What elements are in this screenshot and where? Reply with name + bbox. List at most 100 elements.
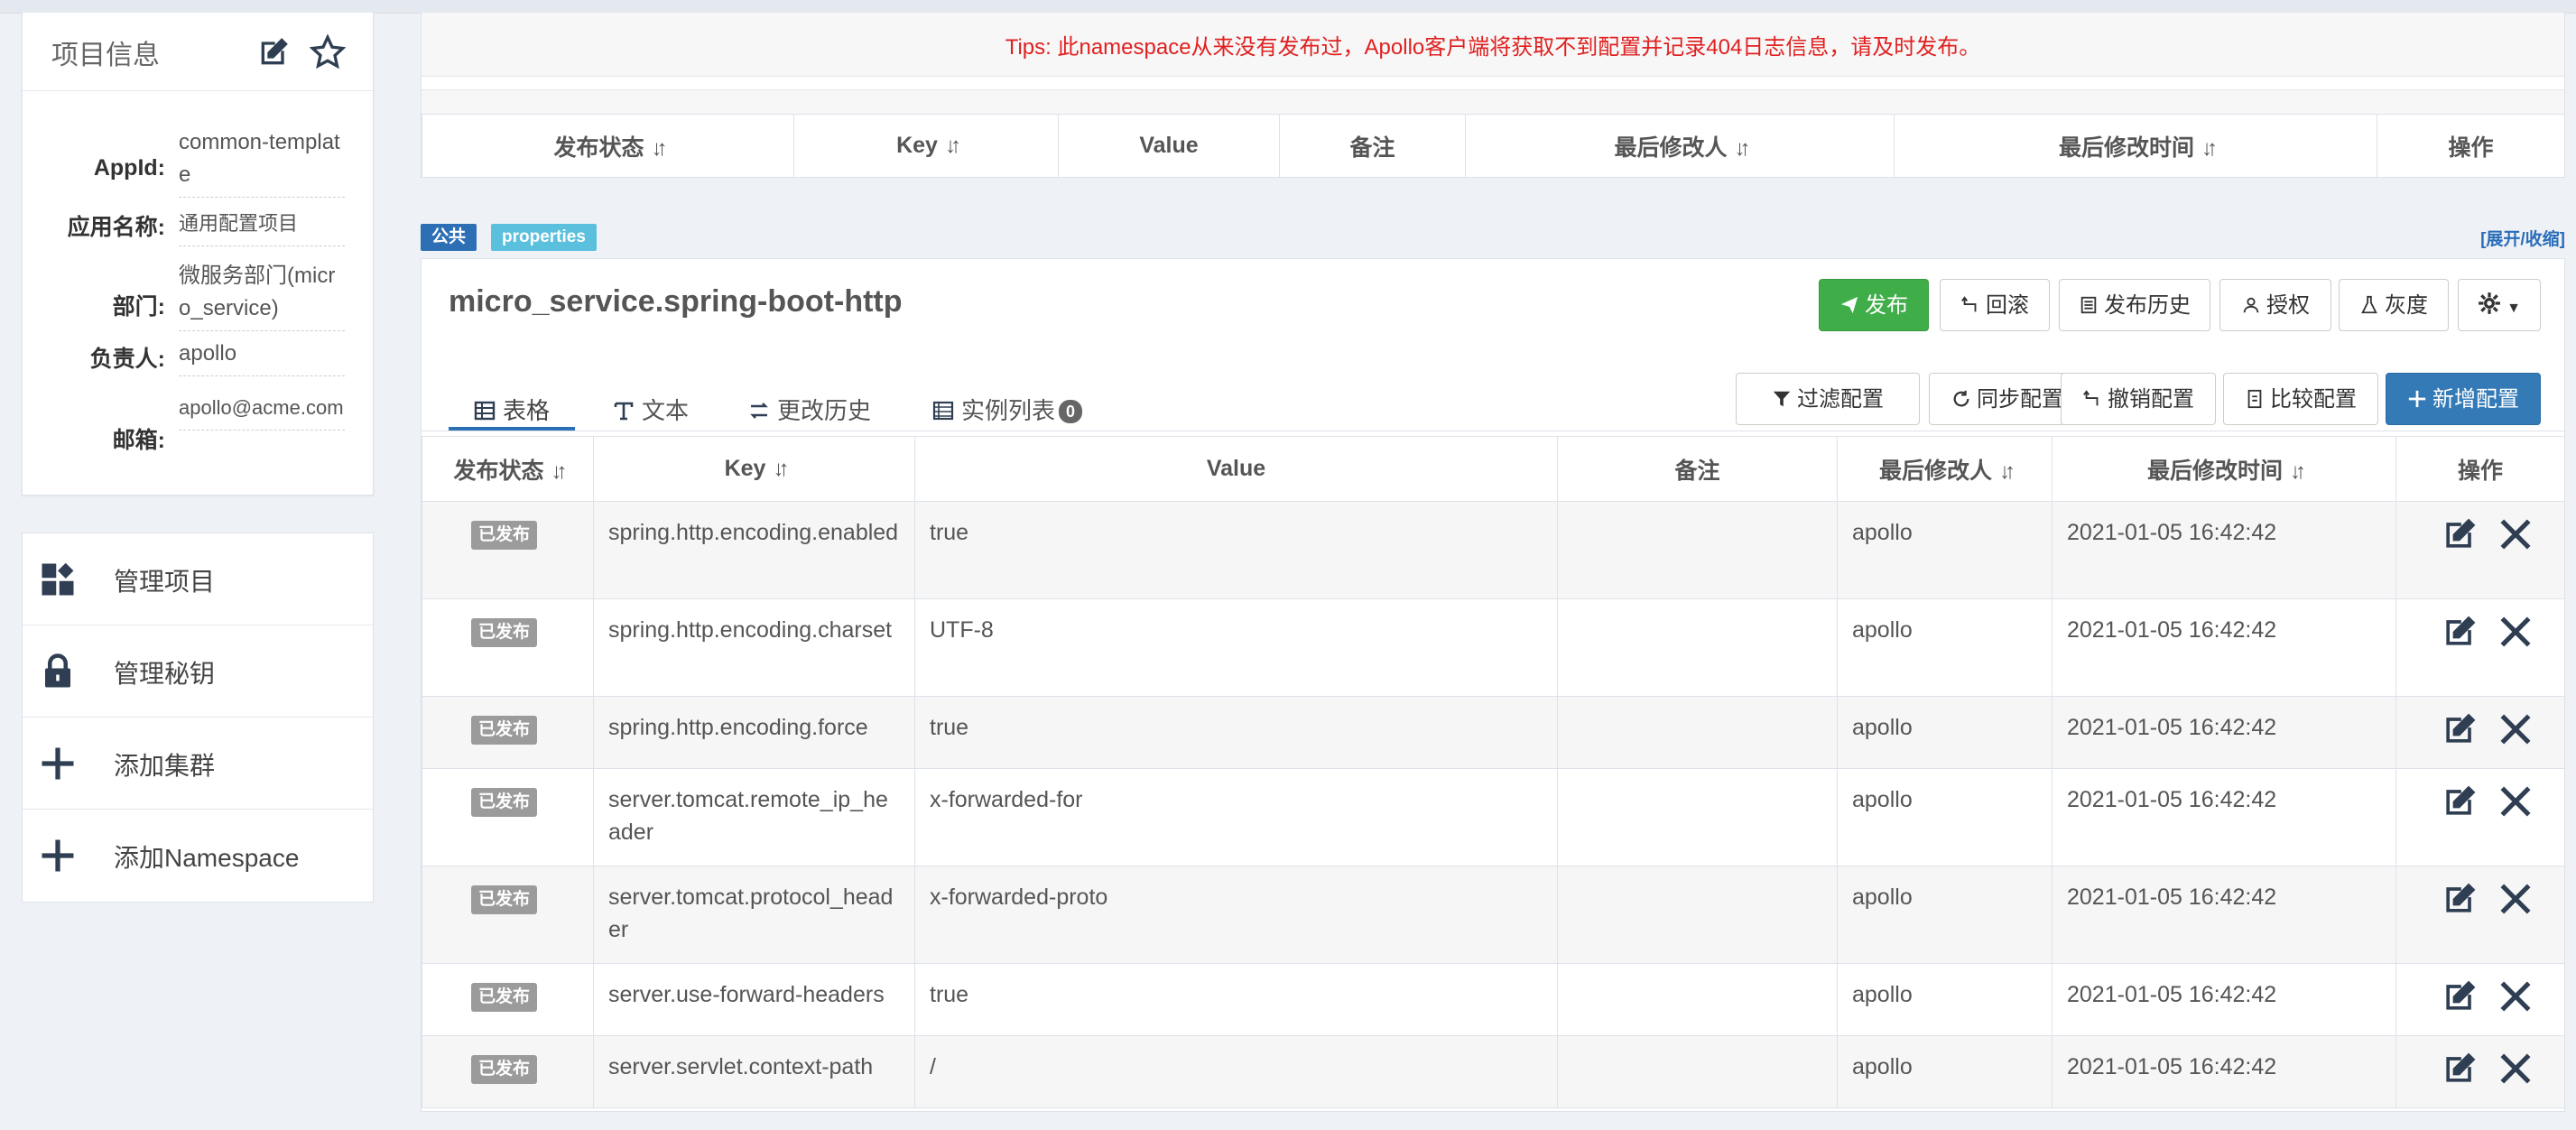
delete-icon[interactable] bbox=[2496, 709, 2535, 749]
add-config-button[interactable]: 新增配置 bbox=[2386, 373, 2541, 425]
nav-label: 管理项目 bbox=[114, 568, 216, 596]
edit-icon[interactable] bbox=[2440, 879, 2479, 919]
comment-cell bbox=[1557, 696, 1838, 769]
caret-down-icon: ▼ bbox=[2507, 301, 2521, 316]
revoke-config-button[interactable]: 撤销配置 bbox=[2061, 373, 2216, 425]
tab-change-history[interactable]: 更改历史 bbox=[748, 393, 871, 431]
comment-cell bbox=[1557, 598, 1838, 697]
side-nav: 管理项目 管理秘钥 添加集群 添加Namespace bbox=[22, 533, 374, 903]
public-label: 公共 bbox=[421, 224, 477, 251]
key-cell: spring.http.encoding.force bbox=[593, 696, 915, 769]
filter-config-button[interactable]: 过滤配置 bbox=[1736, 373, 1920, 425]
gray-release-button[interactable]: 灰度 bbox=[2339, 279, 2449, 331]
actions-cell bbox=[2395, 1035, 2565, 1108]
edit-icon[interactable] bbox=[2440, 782, 2479, 821]
delete-icon[interactable] bbox=[2496, 879, 2535, 919]
col-status[interactable]: 发布状态 ↓↑ bbox=[422, 436, 594, 502]
table-icon bbox=[474, 400, 496, 421]
col-comment: 备注 bbox=[1279, 114, 1466, 178]
nav-label: 管理秘钥 bbox=[114, 660, 216, 688]
status-cell: 已发布 bbox=[422, 963, 594, 1036]
delete-icon[interactable] bbox=[2496, 612, 2535, 652]
table-row: 已发布 server.servlet.context-path / apollo 202… bbox=[422, 1035, 2565, 1108]
settings-dropdown-button[interactable]: ▼ bbox=[2458, 279, 2541, 331]
table-header-row: 发布状态 ↓↑ Key ↓↑ Value 备注 最后修改人 ↓↑ 最后修改时间 ↓↑ 操… bbox=[422, 114, 2565, 178]
actions-cell bbox=[2395, 696, 2565, 769]
info-label: AppId: bbox=[93, 155, 165, 181]
sort-icon: ↓↑ bbox=[551, 458, 568, 484]
rollback-button[interactable]: 回滚 bbox=[1940, 279, 2050, 331]
format-label: properties bbox=[491, 224, 597, 251]
history-icon bbox=[748, 400, 770, 421]
nav-manage-secret[interactable]: 管理秘钥 bbox=[23, 625, 373, 718]
table-header-row: 发布状态 ↓↑ Key ↓↑ Value 备注 最后修改人 ↓↑ 最后修改时间 ↓↑ 操… bbox=[422, 436, 2565, 502]
compare-config-button[interactable]: 比较配置 bbox=[2223, 373, 2378, 425]
status-badge: 已发布 bbox=[471, 885, 538, 914]
comment-cell bbox=[1557, 768, 1838, 866]
sort-icon: ↓↑ bbox=[2201, 135, 2218, 161]
undo-icon bbox=[2082, 389, 2102, 409]
table-row: 已发布 spring.http.encoding.charset UTF-8 apol… bbox=[422, 598, 2565, 697]
publish-button[interactable]: 发布 bbox=[1819, 279, 1929, 331]
value-cell: x-forwarded-for bbox=[914, 768, 1558, 866]
config-table: 发布状态 ↓↑ Key ↓↑ Value 备注 最后修改人 ↓↑ 最后修改时间 ↓↑ 操… bbox=[422, 436, 2565, 1108]
key-cell: server.tomcat.remote_ip_header bbox=[593, 768, 915, 866]
modified-time-cell: 2021-01-05 16:42:42 bbox=[2052, 768, 2396, 866]
col-key[interactable]: Key ↓↑ bbox=[593, 436, 915, 502]
info-value: 通用配置项目 bbox=[179, 208, 345, 246]
col-key[interactable]: Key ↓↑ bbox=[793, 114, 1059, 178]
status-badge: 已发布 bbox=[471, 1055, 538, 1084]
col-comment: 备注 bbox=[1557, 436, 1838, 502]
delete-icon[interactable] bbox=[2496, 782, 2535, 821]
col-modified-time[interactable]: 最后修改时间 ↓↑ bbox=[1894, 114, 2377, 178]
col-modifier[interactable]: 最后修改人 ↓↑ bbox=[1465, 114, 1895, 178]
edit-icon[interactable] bbox=[2440, 612, 2479, 652]
sort-icon: ↓↑ bbox=[1734, 135, 1751, 161]
status-badge: 已发布 bbox=[471, 521, 538, 550]
edit-icon[interactable] bbox=[2440, 977, 2479, 1016]
delete-icon[interactable] bbox=[2496, 514, 2535, 554]
text-icon bbox=[613, 400, 635, 421]
modifier-cell: apollo bbox=[1837, 1035, 2052, 1108]
nav-manage-project[interactable]: 管理项目 bbox=[23, 533, 373, 625]
key-cell: spring.http.encoding.charset bbox=[593, 598, 915, 697]
tab-table[interactable]: 表格 bbox=[474, 393, 550, 431]
edit-icon[interactable] bbox=[2440, 709, 2479, 749]
project-info-header: 项目信息 bbox=[23, 13, 373, 91]
value-cell: true bbox=[914, 696, 1558, 769]
col-modified-time[interactable]: 最后修改时间 ↓↑ bbox=[2052, 436, 2396, 502]
namespace-name: micro_service.spring-boot-http bbox=[449, 284, 903, 319]
user-icon bbox=[2241, 295, 2261, 315]
col-modifier[interactable]: 最后修改人 ↓↑ bbox=[1837, 436, 2052, 502]
nav-add-namespace[interactable]: 添加Namespace bbox=[23, 810, 373, 901]
edit-icon[interactable] bbox=[255, 34, 292, 70]
edit-icon[interactable] bbox=[2440, 514, 2479, 554]
flask-icon bbox=[2359, 295, 2379, 315]
comment-cell bbox=[1557, 866, 1838, 964]
tab-text[interactable]: 文本 bbox=[613, 393, 689, 431]
expand-toggle-link[interactable]: [展开/收缩] bbox=[2480, 226, 2565, 250]
tab-instances[interactable]: 实例列表 0 bbox=[932, 393, 1083, 431]
delete-icon[interactable] bbox=[2496, 1049, 2535, 1088]
value-cell: true bbox=[914, 963, 1558, 1036]
star-icon[interactable] bbox=[310, 34, 346, 70]
nav-add-cluster[interactable]: 添加集群 bbox=[23, 718, 373, 810]
publish-history-button[interactable]: 发布历史 bbox=[2059, 279, 2210, 331]
edit-icon[interactable] bbox=[2440, 1049, 2479, 1088]
authorize-button[interactable]: 授权 bbox=[2219, 279, 2331, 331]
actions-cell bbox=[2395, 866, 2565, 964]
project-info-panel: 项目信息 AppId: common-template 应用名称: 通用配置项目… bbox=[22, 13, 374, 496]
modifier-cell: apollo bbox=[1837, 768, 2052, 866]
gear-icon bbox=[2478, 292, 2501, 315]
info-label: 部门: bbox=[112, 294, 165, 320]
nav-label: 添加集群 bbox=[114, 752, 216, 780]
prev-config-table: 发布状态 ↓↑ Key ↓↑ Value 备注 最后修改人 ↓↑ 最后修改时间 ↓↑ 操… bbox=[422, 114, 2565, 178]
send-icon bbox=[1839, 295, 1859, 315]
delete-icon[interactable] bbox=[2496, 977, 2535, 1016]
col-status[interactable]: 发布状态 ↓↑ bbox=[422, 114, 794, 178]
info-label: 邮箱: bbox=[112, 428, 165, 453]
top-bar bbox=[0, 0, 2576, 14]
value-cell: x-forwarded-proto bbox=[914, 866, 1558, 964]
info-value: 微服务部门(micro_service) bbox=[179, 260, 345, 331]
table-row: 已发布 spring.http.encoding.force true apollo 2… bbox=[422, 696, 2565, 769]
